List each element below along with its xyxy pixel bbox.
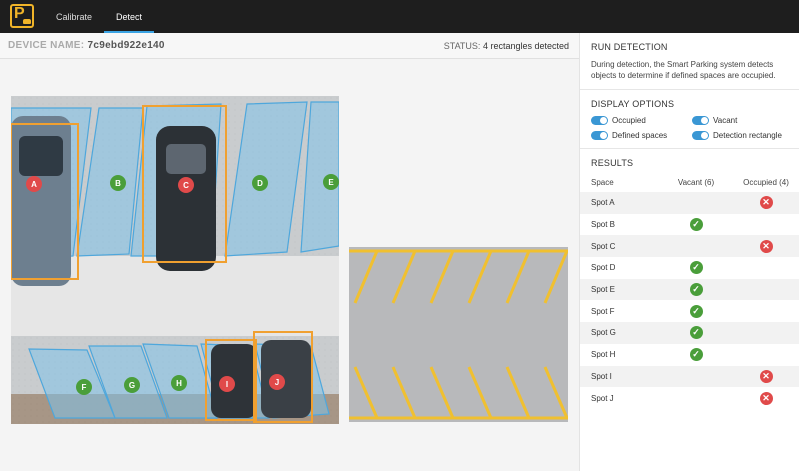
table-row: Spot I ✕ — [580, 365, 799, 388]
reference-parking-image — [349, 247, 568, 422]
top-navigation-bar: P Calibrate Detect — [0, 0, 799, 33]
cross-icon: ✕ — [759, 391, 773, 405]
status-label: STATUS: — [443, 40, 481, 51]
svg-text:D: D — [257, 179, 263, 188]
table-row: Spot J ✕ — [580, 387, 799, 409]
vacant-cell: ✓ — [661, 348, 731, 362]
table-row: Spot E ✓ — [580, 278, 799, 301]
vacant-cell: ✓ — [661, 261, 731, 275]
space-name: Spot D — [591, 263, 616, 273]
spot-marker-g[interactable]: G — [124, 377, 140, 393]
space-name: Spot J — [591, 393, 614, 403]
check-icon: ✓ — [689, 348, 703, 362]
table-row: Spot H ✓ — [580, 344, 799, 366]
spot-marker-j[interactable]: J — [269, 374, 285, 390]
option-label: Defined spaces — [612, 131, 668, 140]
vacant-cell: ✓ — [661, 283, 731, 297]
cross-icon: ✕ — [759, 369, 773, 383]
check-icon: ✓ — [689, 326, 703, 340]
detection-rectangle-toggle[interactable] — [692, 131, 709, 140]
check-icon: ✓ — [689, 261, 703, 275]
run-detection-description: During detection, the Smart Parking syst… — [591, 60, 776, 80]
space-name: Spot A — [591, 198, 615, 208]
main-panel: DEVICE NAME: 7c9ebd922e140 STATUS: 4 rec… — [0, 33, 579, 471]
occupied-cell: ✕ — [731, 369, 799, 383]
results-title: RESULTS — [591, 158, 634, 168]
cross-icon: ✕ — [759, 239, 773, 253]
tab-detect[interactable]: Detect — [104, 0, 155, 33]
spot-marker-f[interactable]: F — [76, 379, 92, 395]
check-icon: ✓ — [689, 283, 703, 297]
spot-marker-e[interactable]: E — [323, 174, 339, 190]
space-name: Spot E — [591, 285, 616, 295]
spot-marker-d[interactable]: D — [252, 175, 268, 191]
cross-icon: ✕ — [759, 196, 773, 210]
svg-text:C: C — [183, 181, 189, 190]
display-options-section: DISPLAY OPTIONS Occupied Vacant Defined … — [580, 90, 799, 149]
col-occupied: Occupied (4) — [743, 177, 789, 187]
option-occupied[interactable]: Occupied — [591, 116, 692, 125]
vacant-cell: ✓ — [661, 218, 731, 232]
defined-spaces-toggle[interactable] — [591, 131, 608, 140]
option-defined-spaces[interactable]: Defined spaces — [591, 131, 692, 140]
col-space: Space — [591, 177, 614, 187]
table-row: Spot B ✓ — [580, 214, 799, 236]
table-row: Spot C ✕ — [580, 235, 799, 258]
device-name: DEVICE NAME: 7c9ebd922e140 — [8, 40, 165, 51]
spot-marker-i[interactable]: I — [219, 376, 235, 392]
results-section: RESULTS Space Vacant (6) Occupied (4) Sp… — [580, 149, 799, 409]
table-row: Spot D ✓ — [580, 257, 799, 279]
svg-text:A: A — [31, 180, 37, 189]
table-row: Spot F ✓ — [580, 300, 799, 322]
occupied-cell: ✕ — [731, 239, 799, 253]
results-table: Spot A ✕ Spot B ✓ Spot C ✕ Spot D ✓ Spot E ✓ Spot … — [580, 192, 799, 409]
device-info-bar: DEVICE NAME: 7c9ebd922e140 STATUS: 4 rec… — [0, 33, 579, 59]
spot-marker-h[interactable]: H — [171, 375, 187, 391]
occupied-cell: ✕ — [731, 196, 799, 210]
space-name: Spot C — [591, 241, 616, 251]
space-name: Spot B — [591, 220, 616, 230]
run-detection-title: RUN DETECTION — [591, 42, 668, 52]
option-vacant[interactable]: Vacant — [692, 116, 792, 125]
svg-text:F: F — [82, 383, 87, 392]
vacant-toggle[interactable] — [692, 116, 709, 125]
spot-marker-c[interactable]: C — [178, 177, 194, 193]
svg-text:G: G — [129, 381, 135, 390]
option-label: Occupied — [612, 116, 646, 125]
device-name-label: DEVICE NAME: — [8, 40, 85, 51]
table-row: Spot G ✓ — [580, 322, 799, 344]
svg-text:J: J — [275, 378, 279, 387]
results-header: Space Vacant (6) Occupied (4) — [580, 172, 799, 192]
table-row: Spot A ✕ — [580, 192, 799, 214]
svg-text:I: I — [226, 380, 228, 389]
vacant-cell: ✓ — [661, 304, 731, 318]
device-name-value: 7c9ebd922e140 — [87, 40, 165, 51]
occupied-toggle[interactable] — [591, 116, 608, 125]
smart-parking-logo-icon: P — [10, 4, 34, 28]
status-value: 4 rectangles detected — [482, 40, 569, 51]
svg-text:E: E — [328, 178, 334, 187]
check-icon: ✓ — [689, 304, 703, 318]
svg-text:B: B — [115, 179, 121, 188]
spot-marker-b[interactable]: B — [110, 175, 126, 191]
run-detection-section: RUN DETECTION During detection, the Smar… — [580, 33, 799, 90]
col-vacant: Vacant (6) — [677, 177, 715, 187]
tab-calibrate[interactable]: Calibrate — [44, 0, 104, 33]
option-detection-rectangle[interactable]: Detection rectangle — [692, 131, 792, 140]
option-label: Vacant — [713, 116, 738, 125]
check-icon: ✓ — [689, 218, 703, 232]
right-sidebar: RUN DETECTION During detection, the Smar… — [579, 33, 799, 471]
camera-view: A B C D E F G H I J — [11, 96, 339, 424]
space-name: Spot H — [591, 350, 616, 360]
space-name: Spot G — [591, 328, 616, 338]
option-label: Detection rectangle — [713, 131, 782, 140]
detection-status: STATUS: 4 rectangles detected — [444, 41, 569, 51]
display-options-title: DISPLAY OPTIONS — [591, 99, 675, 109]
space-name: Spot I — [591, 371, 612, 381]
spot-marker-a[interactable]: A — [26, 176, 42, 192]
svg-text:H: H — [176, 379, 182, 388]
vacant-cell: ✓ — [661, 326, 731, 340]
occupied-cell: ✕ — [731, 391, 799, 405]
space-name: Spot F — [591, 306, 615, 316]
